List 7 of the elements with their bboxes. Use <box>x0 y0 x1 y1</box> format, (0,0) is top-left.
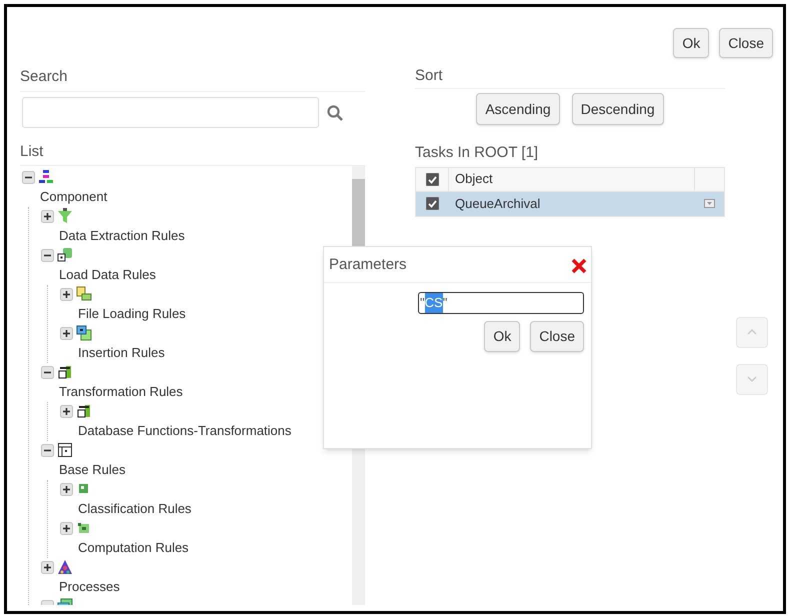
column-header: Object <box>448 167 694 191</box>
dialog-title: Parameters <box>329 255 407 276</box>
tasks-title: Tasks In ROOT [1] <box>415 143 540 163</box>
list-label: List <box>20 143 44 160</box>
sort-label: Sort <box>415 67 443 84</box>
search-label: Search <box>20 68 68 85</box>
table-cell-text: QueueArchival <box>454 194 542 213</box>
